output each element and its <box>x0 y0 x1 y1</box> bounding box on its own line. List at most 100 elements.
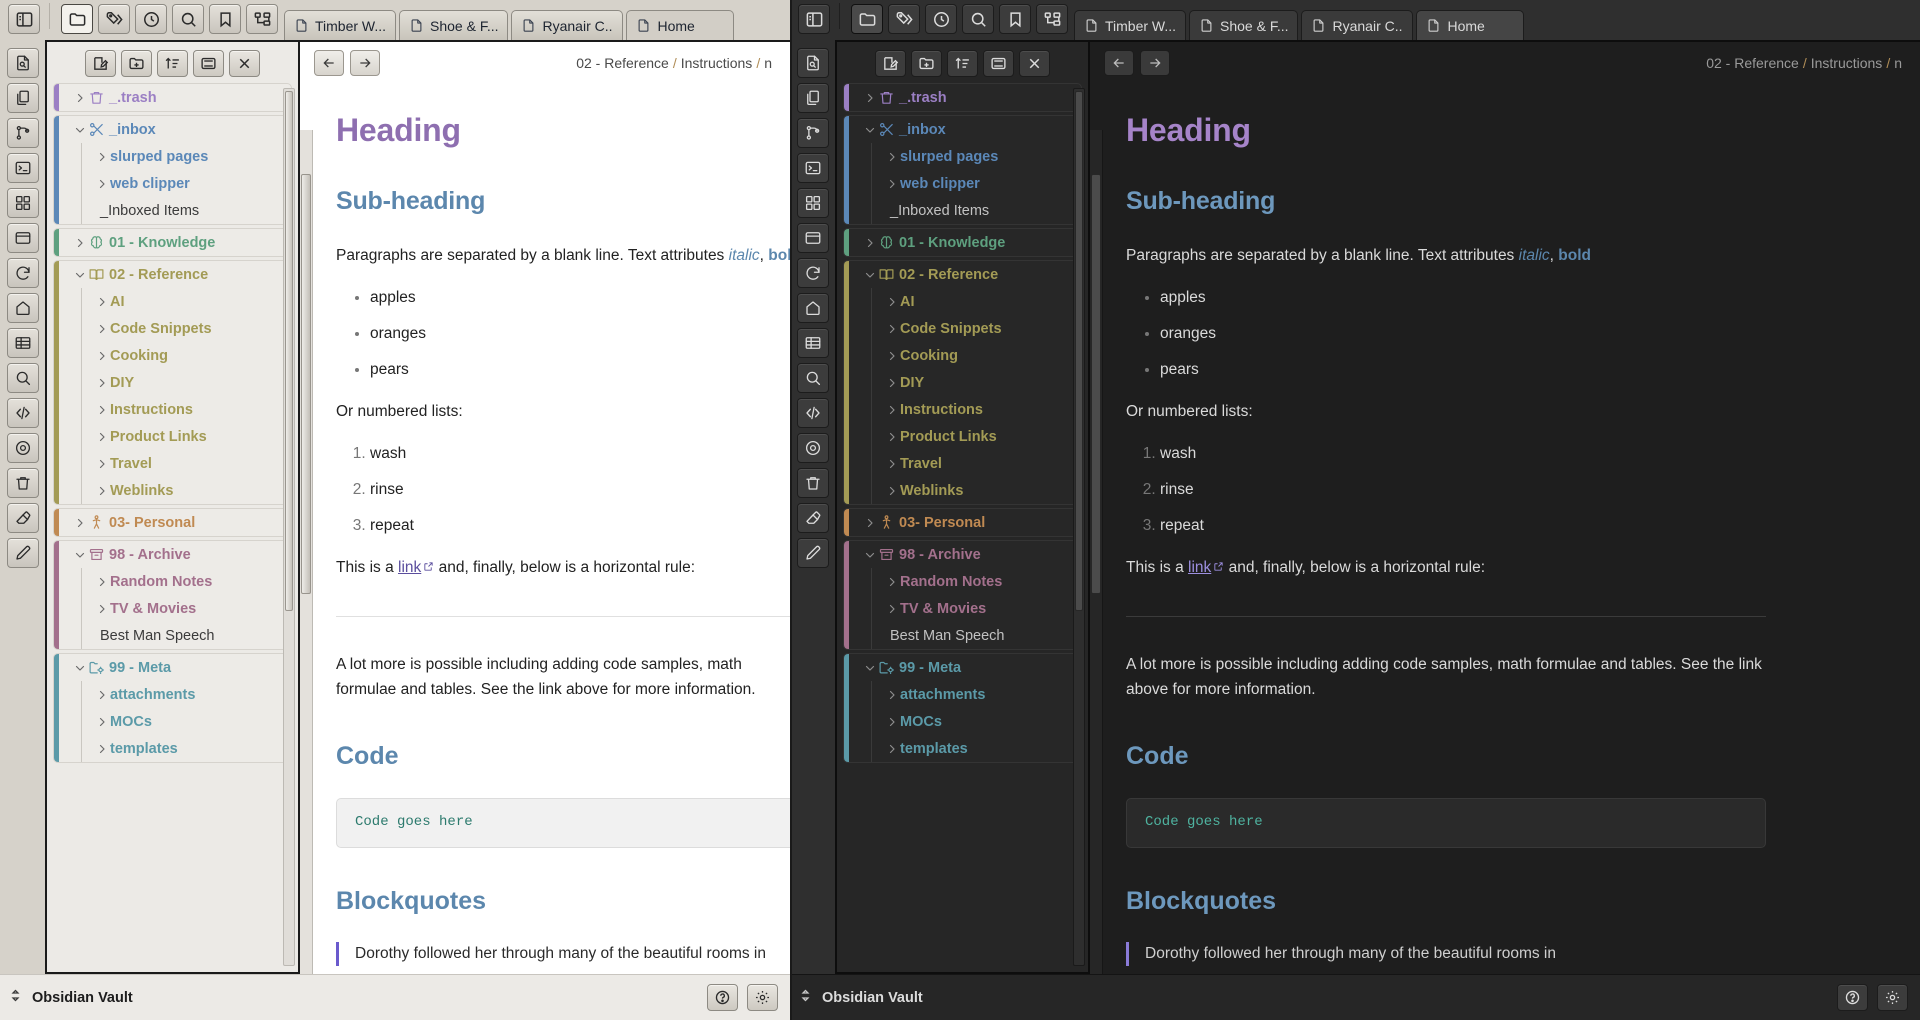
gear-icon[interactable] <box>747 984 778 1011</box>
grid-icon[interactable] <box>6 188 39 218</box>
breadcrumb[interactable]: 02 - Reference / Instructions / n <box>1706 55 1906 71</box>
chevron-right-icon[interactable] <box>94 603 110 615</box>
chevron-down-icon[interactable] <box>862 662 878 674</box>
tab-ryanair-c[interactable]: Ryanair C... <box>511 10 624 40</box>
sort-icon[interactable] <box>157 49 188 77</box>
tree-folder-attachments[interactable]: attachments <box>54 681 291 708</box>
explorer-scrollbar-light[interactable] <box>283 88 295 966</box>
chevron-right-icon[interactable] <box>862 517 878 529</box>
tree-folder-03-personal[interactable]: 03- Personal <box>844 509 1081 536</box>
toggle-left-sidebar-icon[interactable] <box>798 4 830 34</box>
chevron-right-icon[interactable] <box>94 178 110 190</box>
target-icon[interactable] <box>6 433 39 463</box>
help-icon[interactable] <box>1837 984 1868 1011</box>
tree-folder-inbox[interactable]: _inbox <box>844 116 1081 143</box>
tree-folder-templates[interactable]: templates <box>844 735 1081 762</box>
tree-file-best-man-speech[interactable]: Best Man Speech <box>844 622 1081 649</box>
chevron-right-icon[interactable] <box>884 603 900 615</box>
file-tree-icon[interactable] <box>246 4 278 34</box>
tree-file-inboxed-items[interactable]: _Inboxed Items <box>54 197 291 224</box>
chevron-right-icon[interactable] <box>72 517 88 529</box>
arrow-left-icon[interactable] <box>1104 50 1134 76</box>
file-search-icon[interactable] <box>6 48 39 78</box>
tree-folder-01-knowledge[interactable]: 01 - Knowledge <box>844 229 1081 256</box>
refresh-icon[interactable] <box>796 258 829 288</box>
close-icon[interactable] <box>229 49 260 77</box>
note-scroll-thumb[interactable] <box>1091 174 1101 594</box>
tree-folder-98-archive[interactable]: 98 - Archive <box>54 541 291 568</box>
grid-icon[interactable] <box>796 188 829 218</box>
breadcrumb-part[interactable]: 02 - Reference <box>1706 55 1799 71</box>
tree-folder-03-personal[interactable]: 03- Personal <box>54 509 291 536</box>
chevron-right-icon[interactable] <box>94 404 110 416</box>
tree-folder-random-notes[interactable]: Random Notes <box>844 568 1081 595</box>
chevron-right-icon[interactable] <box>884 323 900 335</box>
tags-icon[interactable] <box>888 4 920 34</box>
tab-home[interactable]: Home <box>1416 10 1525 40</box>
tab-home[interactable]: Home <box>626 10 735 40</box>
external-link[interactable]: link <box>1188 559 1211 576</box>
arrow-right-icon[interactable] <box>1140 50 1170 76</box>
tree-folder-tv-movies[interactable]: TV & Movies <box>54 595 291 622</box>
sort-icon[interactable] <box>947 49 978 77</box>
breadcrumb[interactable]: 02 - Reference / Instructions / n <box>576 55 776 71</box>
tree-folder-99-meta[interactable]: 99 - Meta <box>844 654 1081 681</box>
trash-icon[interactable] <box>6 468 39 498</box>
tree-folder-travel[interactable]: Travel <box>844 450 1081 477</box>
chevron-right-icon[interactable] <box>94 323 110 335</box>
chevron-right-icon[interactable] <box>884 350 900 362</box>
arrow-right-icon[interactable] <box>350 50 380 76</box>
tree-folder-diy[interactable]: DIY <box>844 369 1081 396</box>
breadcrumb-part[interactable]: 02 - Reference <box>576 55 669 71</box>
search-circle-icon[interactable] <box>6 363 39 393</box>
trash-icon[interactable] <box>796 468 829 498</box>
help-icon[interactable] <box>707 984 738 1011</box>
bookmark-icon[interactable] <box>999 4 1031 34</box>
chevron-right-icon[interactable] <box>884 689 900 701</box>
collapse-icon[interactable] <box>983 49 1014 77</box>
tree-folder-random-notes[interactable]: Random Notes <box>54 568 291 595</box>
chevron-right-icon[interactable] <box>94 576 110 588</box>
tree-folder-attachments[interactable]: attachments <box>844 681 1081 708</box>
terminal-icon[interactable] <box>796 153 829 183</box>
tree-folder-mocs[interactable]: MOCs <box>844 708 1081 735</box>
copy-file-icon[interactable] <box>6 83 39 113</box>
search-circle-icon[interactable] <box>796 363 829 393</box>
chevron-down-icon[interactable] <box>72 124 88 136</box>
chevron-right-icon[interactable] <box>94 350 110 362</box>
tree-folder-99-meta[interactable]: 99 - Meta <box>54 654 291 681</box>
chevron-right-icon[interactable] <box>884 458 900 470</box>
folder-icon[interactable] <box>851 4 883 34</box>
tree-folder-ai[interactable]: AI <box>844 288 1081 315</box>
tab-timber-w[interactable]: Timber W... <box>1074 10 1186 40</box>
chevron-right-icon[interactable] <box>94 485 110 497</box>
chevron-down-icon[interactable] <box>862 549 878 561</box>
terminal-icon[interactable] <box>6 153 39 183</box>
tree-folder-slurped-pages[interactable]: slurped pages <box>844 143 1081 170</box>
swap-vertical-icon[interactable] <box>798 988 813 1008</box>
tree-folder-trash[interactable]: _.trash <box>844 84 1081 111</box>
explorer-scrollbar-dark[interactable] <box>1073 88 1085 966</box>
clock-icon[interactable] <box>925 4 957 34</box>
tree-folder-instructions[interactable]: Instructions <box>844 396 1081 423</box>
chevron-down-icon[interactable] <box>862 269 878 281</box>
tree-file-best-man-speech[interactable]: Best Man Speech <box>54 622 291 649</box>
tree-folder-weblinks[interactable]: Weblinks <box>844 477 1081 504</box>
file-tree-light[interactable]: _.trash _inbox slurped pages web clipper _In… <box>47 80 298 972</box>
chevron-right-icon[interactable] <box>94 431 110 443</box>
chevron-right-icon[interactable] <box>72 92 88 104</box>
tree-folder-templates[interactable]: templates <box>54 735 291 762</box>
tree-folder-diy[interactable]: DIY <box>54 369 291 396</box>
search-icon[interactable] <box>172 4 204 34</box>
tab-shoe-f[interactable]: Shoe & F... <box>1189 10 1299 40</box>
chevron-right-icon[interactable] <box>94 716 110 728</box>
tree-folder-cooking[interactable]: Cooking <box>844 342 1081 369</box>
chevron-right-icon[interactable] <box>862 237 878 249</box>
tree-folder-instructions[interactable]: Instructions <box>54 396 291 423</box>
chevron-right-icon[interactable] <box>884 743 900 755</box>
window-icon[interactable] <box>6 223 39 253</box>
breadcrumb-part[interactable]: Instructions <box>1811 55 1883 71</box>
close-icon[interactable] <box>1019 49 1050 77</box>
chevron-right-icon[interactable] <box>884 377 900 389</box>
home-icon[interactable] <box>6 293 39 323</box>
